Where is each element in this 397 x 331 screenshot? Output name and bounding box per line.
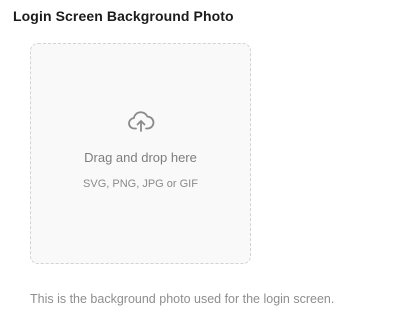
dropzone-formats: SVG, PNG, JPG or GIF xyxy=(83,178,198,190)
field-title: Login Screen Background Photo xyxy=(13,8,234,24)
file-dropzone[interactable]: Drag and drop here SVG, PNG, JPG or GIF xyxy=(30,43,251,264)
helper-text: This is the background photo used for th… xyxy=(30,292,335,306)
dropzone-label: Drag and drop here xyxy=(84,150,197,165)
cloud-upload-icon xyxy=(127,110,155,134)
